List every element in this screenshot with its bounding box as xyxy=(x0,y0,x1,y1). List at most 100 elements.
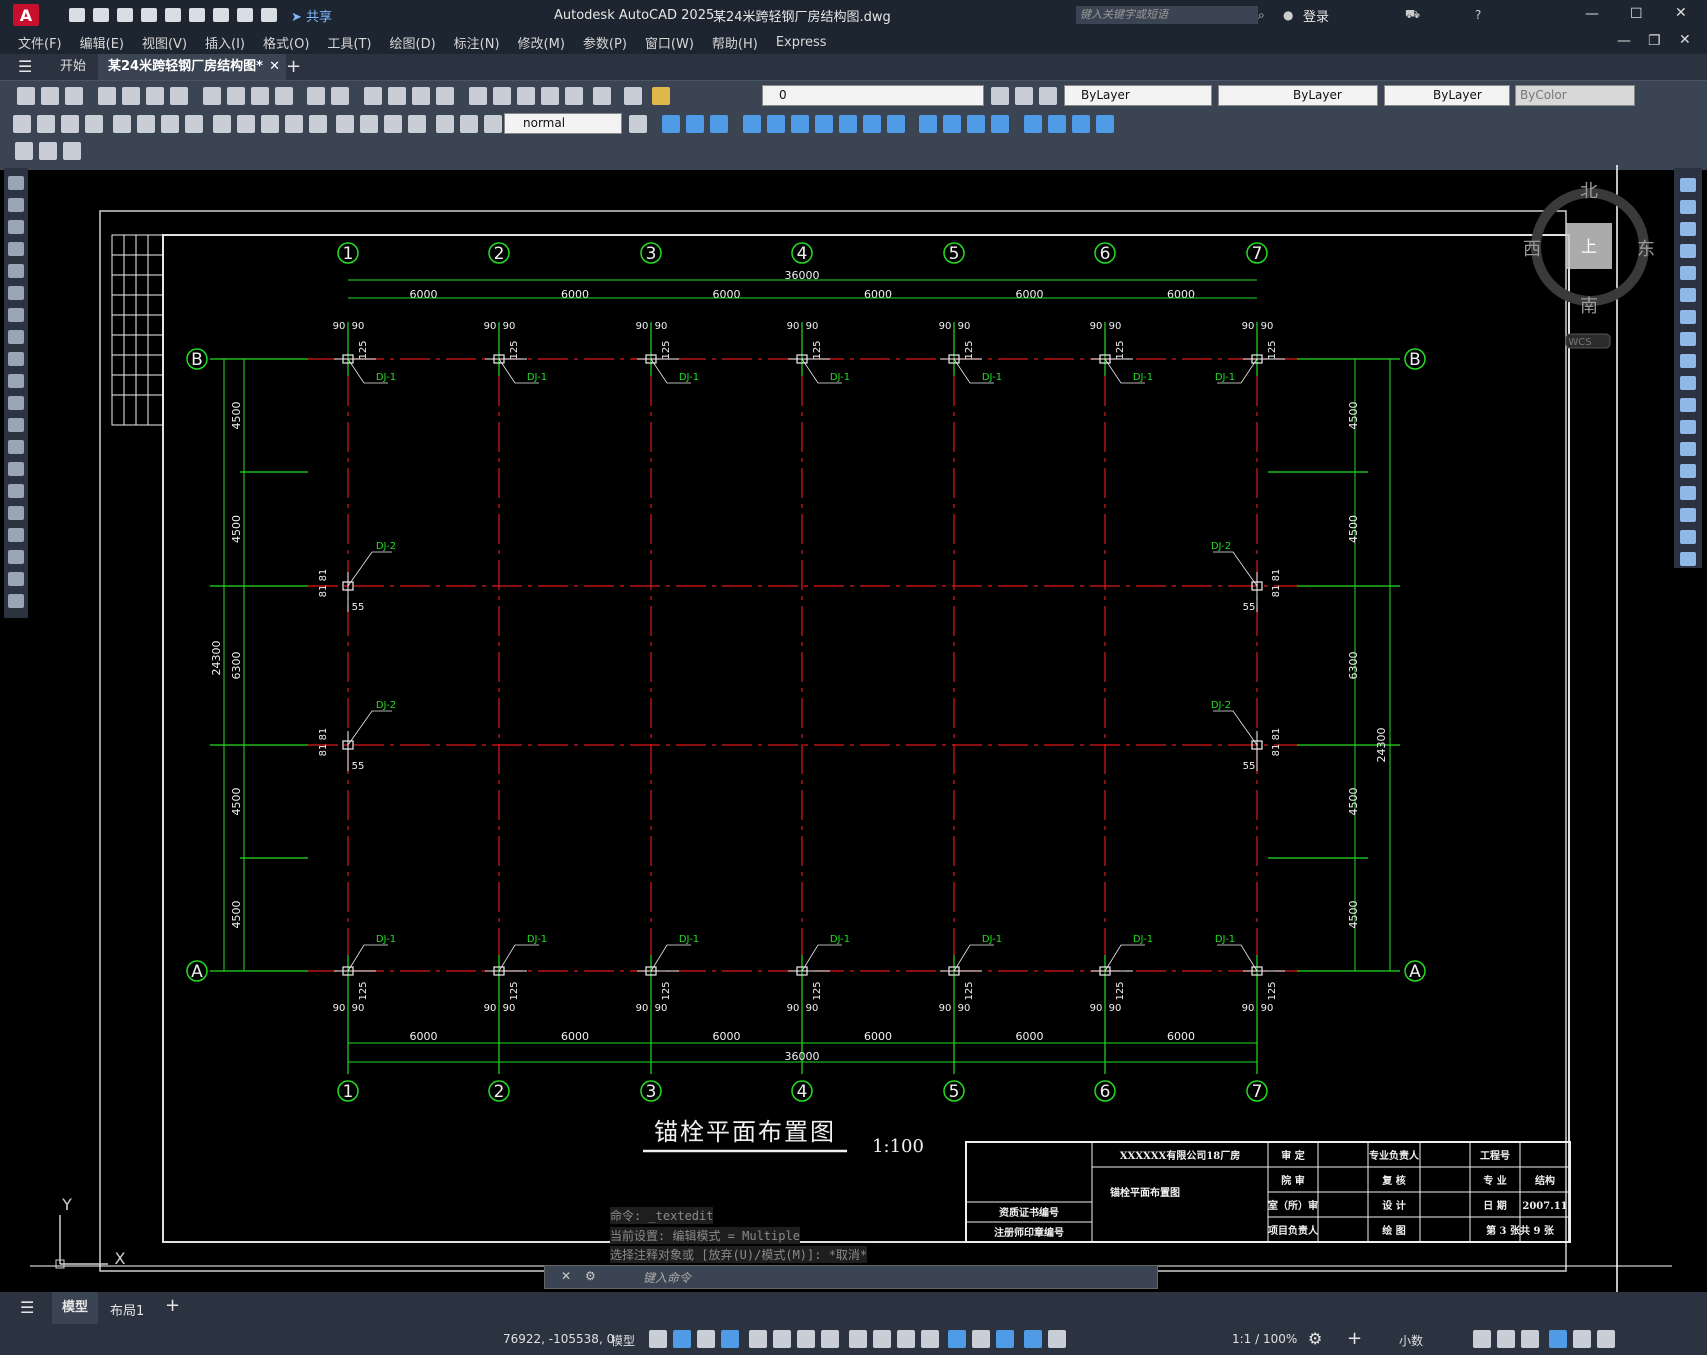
otrack-icon[interactable] xyxy=(796,1330,815,1348)
command-input[interactable]: 键入命令 xyxy=(643,1269,691,1286)
ortho-icon[interactable] xyxy=(721,1330,739,1348)
osnap-icon[interactable] xyxy=(820,1330,839,1348)
polar-icon[interactable] xyxy=(748,1330,767,1348)
layout-menu-icon[interactable]: ☰ xyxy=(20,1298,34,1317)
isolate-icon[interactable] xyxy=(1521,1330,1539,1348)
anchor-offset: 125 xyxy=(358,981,369,1000)
anchor-tag: DJ-1 xyxy=(679,372,699,383)
anchor-leader xyxy=(1104,944,1145,972)
axis-label: 4 xyxy=(797,1082,808,1102)
lineweight-icon[interactable] xyxy=(848,1330,867,1348)
anchor-offset: 90 xyxy=(333,1003,346,1014)
anchor-offset: 125 xyxy=(1267,981,1278,1000)
coordinates[interactable]: 76922, -105538, 0 xyxy=(503,1332,614,1346)
dim-text-left: 4500 xyxy=(230,402,243,430)
units-dropdown[interactable]: 小数 xyxy=(1399,1332,1423,1349)
title-block-company: XXXXXX有限公司18厂房 xyxy=(1120,1149,1240,1162)
viewcube-south[interactable]: 南 xyxy=(1580,296,1598,317)
anchor-offset: 90 xyxy=(352,321,365,332)
title-block-cell: 专 业 xyxy=(1483,1174,1506,1187)
anchor-leader xyxy=(1213,551,1258,587)
viewcube-top[interactable]: 上 xyxy=(1581,237,1597,256)
annotation-monitor-icon[interactable]: + xyxy=(1347,1328,1362,1349)
anchor-offset: 90 xyxy=(1242,321,1255,332)
workspace-icon[interactable]: ⚙ xyxy=(1308,1329,1322,1348)
inner-frame xyxy=(162,234,1570,1243)
anchor-offset: 90 xyxy=(636,321,649,332)
title-block-cell: 设 计 xyxy=(1382,1199,1405,1212)
anchor-offset: 90 xyxy=(958,321,971,332)
status-bar: 76922, -105538, 0 模型 1:1 / 100% ⚙ + 小数 xyxy=(0,1324,1707,1355)
anchor-leader xyxy=(801,944,842,972)
anchor-offset: 81 81 xyxy=(1271,728,1282,757)
selection-cycling-icon[interactable] xyxy=(896,1330,915,1348)
tab-layout1[interactable]: 布局1 xyxy=(110,1300,144,1319)
dim-text-right: 4500 xyxy=(1347,402,1360,430)
wcs-menu[interactable]: WCS xyxy=(1568,337,1591,348)
anchor-offset: 90 xyxy=(958,1003,971,1014)
selection-filter-icon[interactable] xyxy=(972,1330,991,1348)
dim-text-right: 4500 xyxy=(1347,901,1360,929)
title-block: 锚栓平面布置图1:100 XXXXXX有限公司18厂房锚栓平面布置图资质证书编号注… xyxy=(643,1118,1571,1243)
title-block-reg: 注册师印章编号 xyxy=(994,1226,1064,1239)
dim-text-left: 4500 xyxy=(230,788,243,816)
revision-table-border xyxy=(111,234,164,426)
infer-icon[interactable] xyxy=(697,1330,715,1348)
gizmo-icon[interactable] xyxy=(996,1330,1015,1348)
snap-icon[interactable] xyxy=(673,1330,691,1348)
dim-text-total-bottom: 36000 xyxy=(785,1050,820,1063)
dynamic-ucs-icon[interactable] xyxy=(948,1330,967,1348)
title-block-cell: 专业负责人 xyxy=(1369,1149,1420,1162)
anchor-tag: DJ-1 xyxy=(679,934,699,945)
anchor-offset: 90 xyxy=(1090,321,1103,332)
graphics-perf-icon[interactable] xyxy=(1548,1330,1567,1348)
annotation-visibility-icon[interactable] xyxy=(1024,1330,1043,1348)
anchor-tag: DJ-1 xyxy=(376,934,396,945)
anchor-offset: 55 xyxy=(1243,761,1256,772)
annotation-scale[interactable]: 1:1 / 100% xyxy=(1232,1332,1297,1346)
quick-properties-icon[interactable] xyxy=(1473,1330,1491,1348)
grid-icon[interactable] xyxy=(649,1330,667,1348)
anchor-offset: 55 xyxy=(1243,602,1256,613)
anchor-offset: 90 xyxy=(636,1003,649,1014)
tab-model[interactable]: 模型 xyxy=(52,1292,99,1324)
anchor-offset: 125 xyxy=(812,340,823,359)
anchor-tag: DJ-2 xyxy=(1211,541,1231,552)
title-block-cell: 院 审 xyxy=(1281,1174,1304,1187)
axis-label: 7 xyxy=(1252,1082,1263,1102)
anchor-offset: 81 81 xyxy=(1271,569,1282,598)
viewcube[interactable]: 上 北 南 西 东 WCS xyxy=(1523,181,1655,349)
transparency-icon[interactable] xyxy=(872,1330,891,1348)
clean-screen-icon[interactable] xyxy=(1572,1330,1591,1348)
axis-label: B xyxy=(191,350,203,370)
axis-label: 4 xyxy=(797,244,808,264)
dim-text-left: 6300 xyxy=(230,652,243,680)
dim-text-bay: 6000 xyxy=(713,1030,741,1043)
axis-label: 1 xyxy=(343,1082,354,1102)
anchor-offset: 125 xyxy=(1267,340,1278,359)
command-line[interactable]: ✕ ⚙ 键入命令 xyxy=(544,1265,1158,1289)
close-cmd-icon[interactable]: ✕ xyxy=(561,1269,571,1283)
lock-ui-icon[interactable] xyxy=(1497,1330,1515,1348)
axis-label: 2 xyxy=(494,244,505,264)
anchor-tag: DJ-1 xyxy=(830,372,850,383)
anchor-tag: DJ-1 xyxy=(830,934,850,945)
viewcube-west[interactable]: 西 xyxy=(1523,239,1541,260)
anchor-offset: 90 xyxy=(1090,1003,1103,1014)
command-history-3: 选择注释对象或 [放弃(U)/模式(M)]: *取消* xyxy=(610,1246,868,1263)
auto-scale-icon[interactable] xyxy=(1048,1330,1067,1348)
axis-label: 3 xyxy=(646,244,657,264)
anchor-tag: DJ-1 xyxy=(1133,934,1153,945)
isodraft-icon[interactable] xyxy=(772,1330,791,1348)
model-space-button[interactable]: 模型 xyxy=(611,1332,635,1349)
3dosnap-icon[interactable] xyxy=(920,1330,939,1348)
customize-cmd-icon[interactable]: ⚙ xyxy=(585,1269,596,1283)
add-layout-icon[interactable]: + xyxy=(165,1295,180,1316)
drawing-canvas[interactable]: 6000 6000 6000 6000 6000 6000 6000 6000 6000 6000… xyxy=(0,0,1707,1355)
viewcube-east[interactable]: 东 xyxy=(1637,239,1655,260)
anchor-offset: 125 xyxy=(1115,981,1126,1000)
axis-label: 2 xyxy=(494,1082,505,1102)
dim-text-bay: 6000 xyxy=(410,1030,438,1043)
viewcube-north[interactable]: 北 xyxy=(1580,181,1598,202)
customize-status-icon[interactable] xyxy=(1596,1330,1615,1348)
